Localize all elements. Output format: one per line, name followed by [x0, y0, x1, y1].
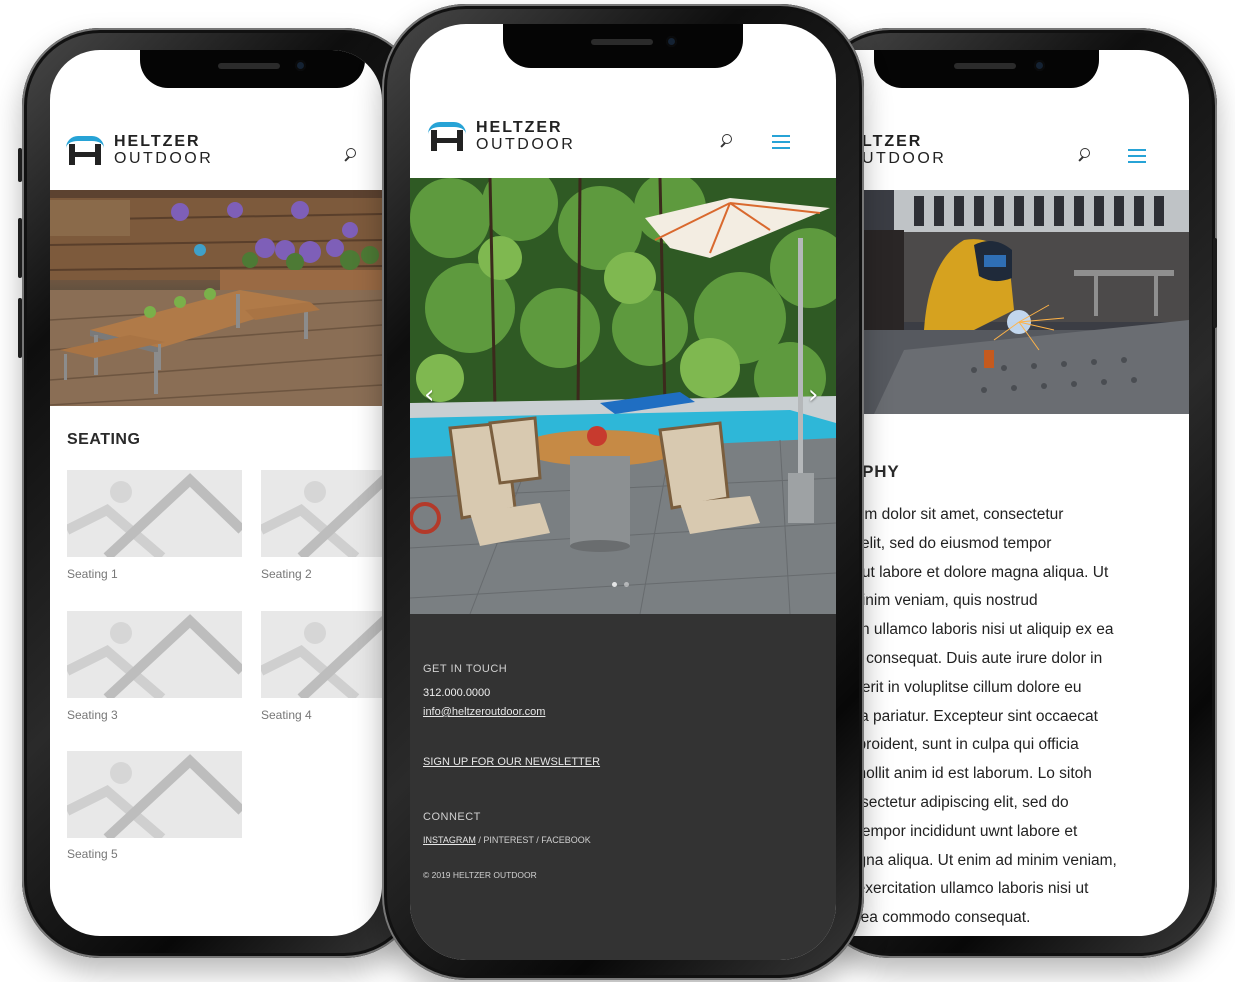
- left-screen: HELTZER OUTDOOR SEATING Seating 1 Seatin…: [50, 50, 382, 936]
- paragraph-line: unt ut labore et dolore magna aliqua. Ut: [836, 563, 1109, 581]
- brand-logo-partial[interactable]: LTZER UTDOOR: [862, 134, 946, 167]
- right-screen: LTZER UTDOOR SOPHY ipsum dolor sit amet,…: [834, 50, 1189, 936]
- seating-1-label[interactable]: Seating 1: [67, 567, 118, 581]
- seating-1-thumbnail[interactable]: [67, 470, 242, 557]
- carousel-dot[interactable]: [624, 582, 629, 587]
- footer-heading-contact: GET IN TOUCH: [423, 663, 508, 675]
- carousel-dot-active[interactable]: [612, 582, 617, 587]
- footer-email-link[interactable]: info@heltzeroutdoor.com: [423, 706, 545, 718]
- seating-3-label[interactable]: Seating 3: [67, 708, 118, 722]
- notch: [140, 50, 365, 88]
- brand-name-line2: OUTDOOR: [476, 136, 576, 153]
- brand-name-line1: HELTZER: [476, 119, 563, 136]
- brand-name-line1: HELTZER: [114, 133, 201, 150]
- hero-image-patio-table: [50, 190, 382, 406]
- image-placeholder-icon: [67, 473, 242, 557]
- paragraph-line: d minim veniam, quis nostrud: [836, 592, 1038, 610]
- seating-5-label[interactable]: Seating 5: [67, 847, 118, 861]
- carousel-slide-pool-patio: [410, 178, 836, 614]
- search-icon[interactable]: [1078, 148, 1094, 164]
- search-icon[interactable]: [344, 148, 360, 164]
- center-phone: HELTZER OUTDOOR ‹ › GET IN TOUCH 312.000…: [382, 4, 864, 980]
- image-placeholder-icon: [261, 475, 382, 557]
- paragraph-line: enderit in voluplitse cillum dolore eu: [836, 678, 1082, 696]
- heltzer-logo-icon: [66, 135, 106, 166]
- brand-logo[interactable]: HELTZER OUTDOOR: [428, 120, 575, 153]
- hero-image-welder: [834, 190, 1189, 414]
- section-title-seating: SEATING: [67, 431, 141, 448]
- brand-name-line2: OUTDOOR: [114, 150, 214, 167]
- seating-2-label[interactable]: Seating 2: [261, 567, 312, 581]
- image-placeholder-icon: [67, 754, 242, 838]
- search-icon[interactable]: [720, 134, 736, 150]
- paragraph-line: ing elit, sed do eiusmod tempor: [836, 534, 1052, 552]
- paragraph-line: nt mollit anim id est laborum. Lo sitoh: [836, 765, 1092, 783]
- paragraph-line: od tempor incididunt uwnt labore et: [836, 822, 1078, 840]
- brand-name-line2: UTDOOR: [862, 150, 947, 167]
- hero-carousel[interactable]: ‹ ›: [410, 178, 836, 614]
- seating-3-thumbnail[interactable]: [67, 611, 242, 698]
- hamburger-menu-icon[interactable]: [1128, 149, 1146, 163]
- notch: [503, 24, 743, 68]
- site-footer: GET IN TOUCH 312.000.0000 info@heltzerou…: [410, 614, 836, 960]
- paragraph-line: tat proident, sunt in culpa qui officia: [836, 736, 1079, 754]
- image-placeholder-icon: [67, 614, 242, 698]
- footer-heading-connect: CONNECT: [423, 811, 481, 823]
- chevron-right-icon[interactable]: ›: [808, 380, 818, 410]
- footer-phone[interactable]: 312.000.0000: [423, 687, 490, 699]
- heltzer-logo-icon: [428, 121, 468, 152]
- notch: [874, 50, 1099, 88]
- paragraph-line: ex ea commodo consequat.: [840, 909, 1031, 927]
- image-placeholder-icon: [261, 616, 382, 698]
- right-phone: LTZER UTDOOR SOPHY ipsum dolor sit amet,…: [812, 28, 1217, 958]
- seating-4-label[interactable]: Seating 4: [261, 708, 312, 722]
- seating-2-thumbnail[interactable]: [261, 470, 382, 557]
- paragraph-line: ation ullamco laboris nisi ut aliquip ex…: [836, 621, 1114, 639]
- paragraph-line: consectetur adipiscing elit, sed do: [836, 794, 1069, 811]
- chevron-left-icon[interactable]: ‹: [424, 380, 434, 410]
- brand-logo[interactable]: HELTZER OUTDOOR: [66, 134, 213, 167]
- philosophy-paragraph: ipsum dolor sit amet, consectetur ing el…: [834, 501, 1189, 931]
- instagram-link[interactable]: INSTAGRAM: [423, 835, 476, 845]
- hamburger-menu-icon[interactable]: [772, 135, 790, 149]
- seating-4-thumbnail[interactable]: [261, 611, 382, 698]
- social-links-rest[interactable]: / PINTEREST / FACEBOOK: [476, 835, 590, 845]
- paragraph-line: odo consequat. Duis aute irure dolor in: [836, 650, 1103, 667]
- footer-social-links: INSTAGRAM / PINTEREST / FACEBOOK: [423, 835, 591, 845]
- paragraph-line: nulla pariatur. Excepteur sint occaecat: [836, 707, 1098, 725]
- left-phone: HELTZER OUTDOOR SEATING Seating 1 Seatin…: [18, 28, 422, 958]
- seating-5-thumbnail[interactable]: [67, 751, 242, 838]
- footer-newsletter-link[interactable]: SIGN UP FOR OUR NEWSLETTER: [423, 756, 600, 768]
- paragraph-line: ipsum dolor sit amet, consectetur: [836, 506, 1064, 523]
- brand-name-line1: LTZER: [862, 133, 923, 150]
- paragraph-line: sd exercitation ullamco laboris nisi ut: [836, 880, 1089, 898]
- footer-copyright: © 2019 HELTZER OUTDOOR: [423, 870, 537, 880]
- paragraph-line: magna aliqua. Ut enim ad minim veniam,: [836, 851, 1117, 869]
- center-screen: HELTZER OUTDOOR ‹ › GET IN TOUCH 312.000…: [410, 24, 836, 960]
